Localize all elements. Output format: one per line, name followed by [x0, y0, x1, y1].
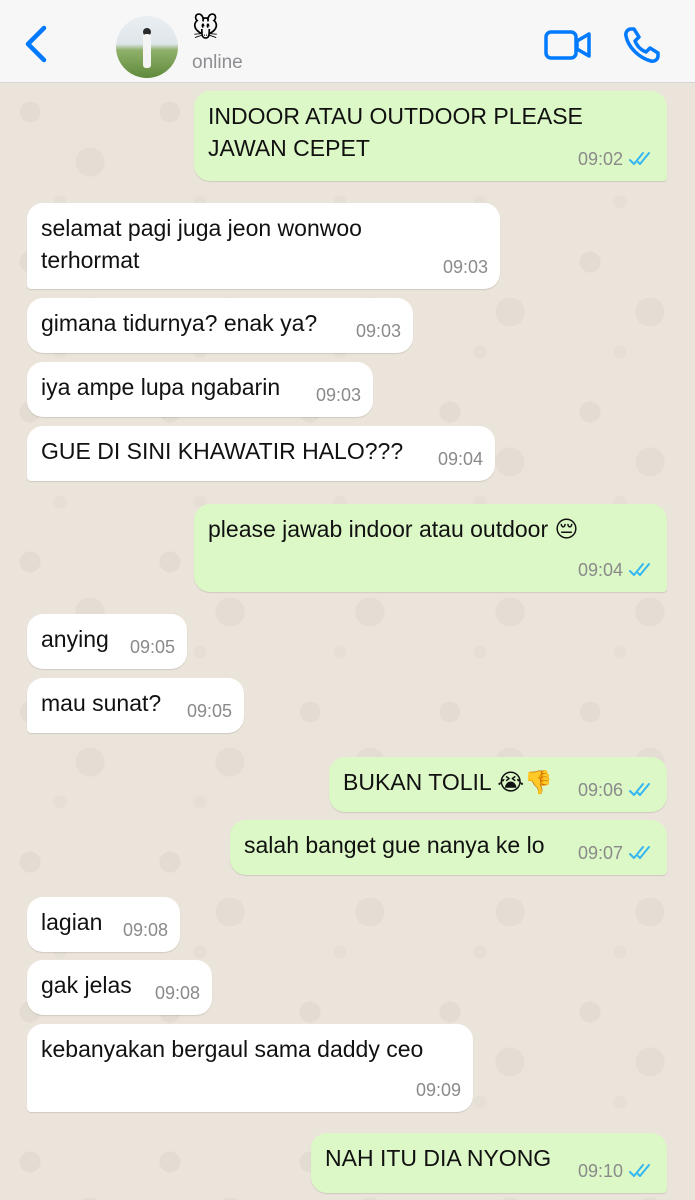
incoming-message-bubble[interactable]: iya ampe lupa ngabarin 09:03	[27, 362, 373, 417]
message-meta: 09:07	[578, 837, 655, 869]
message-meta: 09:05	[130, 631, 175, 663]
read-receipt-icon	[629, 152, 650, 165]
message-text: please jawab indoor atau outdoor 😔	[208, 516, 579, 542]
message-time: 09:03	[315, 385, 361, 405]
message-meta: 09:02	[578, 143, 655, 175]
incoming-message-bubble[interactable]: gak jelas 09:08	[27, 960, 212, 1015]
incoming-message-bubble[interactable]: selamat pagi juga jeon wonwoo terhormat 09…	[27, 203, 500, 289]
read-receipt-icon	[629, 783, 650, 796]
message-time: 09:04	[577, 560, 623, 580]
contact-name[interactable]: 🐭	[192, 14, 219, 42]
read-receipt-icon	[629, 563, 650, 576]
message-meta: 09:10	[578, 1155, 655, 1187]
message-time: 09:08	[122, 920, 168, 940]
message-meta: 09:08	[123, 914, 168, 946]
message-time: 09:03	[442, 257, 488, 277]
message-meta: 09:05	[187, 695, 232, 727]
outgoing-message-bubble[interactable]: NAH ITU DIA NYONG 09:10	[311, 1133, 667, 1193]
message-time: 09:02	[577, 149, 623, 169]
message-meta: 09:06	[578, 774, 655, 806]
message-time: 09:06	[577, 780, 623, 800]
read-receipt-icon	[629, 1164, 650, 1177]
incoming-message-bubble[interactable]: GUE DI SINI KHAWATIR HALO??? 09:04	[27, 426, 495, 481]
message-meta: 09:09	[416, 1074, 461, 1106]
message-time: 09:10	[577, 1161, 623, 1181]
outgoing-message-bubble[interactable]: INDOOR ATAU OUTDOOR PLEASE JAWAN CEPET 09:…	[194, 91, 667, 181]
message-meta: 09:03	[316, 379, 361, 411]
message-text: selamat pagi juga jeon wonwoo	[41, 215, 362, 241]
outgoing-message-bubble[interactable]: please jawab indoor atau outdoor 😔 09:04	[194, 504, 667, 592]
incoming-message-bubble[interactable]: lagian 09:08	[27, 897, 180, 952]
message-text: kebanyakan bergaul sama daddy ceo	[41, 1036, 424, 1062]
avatar-figure	[143, 34, 151, 68]
message-meta: 09:04	[438, 443, 483, 475]
contact-status: online	[192, 52, 243, 73]
message-meta: 09:03	[356, 315, 401, 347]
message-time: 09:05	[129, 637, 175, 657]
video-call-icon[interactable]	[544, 28, 592, 62]
read-receipt-icon	[629, 846, 650, 859]
outgoing-message-bubble[interactable]: BUKAN TOLIL 😭👎 09:06	[329, 757, 667, 812]
message-text: GUE DI SINI KHAWATIR HALO???	[41, 438, 404, 464]
message-text: terhormat	[41, 247, 140, 273]
message-time: 09:03	[355, 321, 401, 341]
incoming-message-bubble[interactable]: anying 09:05	[27, 614, 187, 669]
message-meta: 09:08	[155, 977, 200, 1009]
message-text: INDOOR ATAU OUTDOOR PLEASE	[208, 103, 583, 129]
chat-header: 🐭 online	[0, 0, 695, 83]
message-time: 09:07	[577, 843, 623, 863]
message-time: 09:05	[186, 701, 232, 721]
message-time: 09:04	[437, 449, 483, 469]
incoming-message-bubble[interactable]: mau sunat? 09:05	[27, 678, 244, 733]
message-time: 09:09	[415, 1080, 461, 1100]
message-meta: 09:04	[578, 554, 655, 586]
message-text: gimana tidurnya? enak ya?	[41, 310, 318, 336]
incoming-message-bubble[interactable]: gimana tidurnya? enak ya? 09:03	[27, 298, 413, 353]
contact-avatar[interactable]	[116, 16, 178, 78]
phone-call-icon[interactable]	[622, 25, 662, 65]
message-text: iya ampe lupa ngabarin	[41, 374, 281, 400]
incoming-message-bubble[interactable]: kebanyakan bergaul sama daddy ceo 09:09	[27, 1024, 473, 1112]
back-chevron-icon[interactable]	[22, 24, 52, 64]
message-time: 09:08	[154, 983, 200, 1003]
message-meta: 09:03	[443, 251, 488, 283]
outgoing-message-bubble[interactable]: salah banget gue nanya ke lo 09:07	[230, 820, 667, 875]
